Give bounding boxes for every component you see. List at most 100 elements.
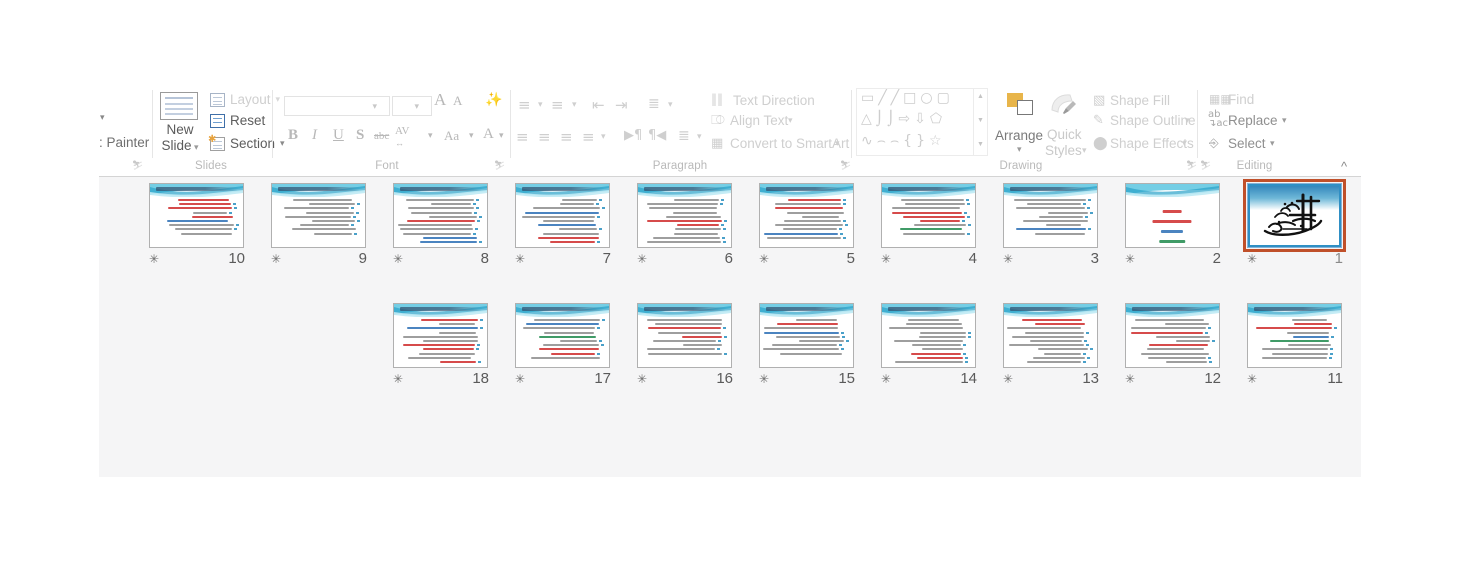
animation-star-icon[interactable]: ✳ — [759, 371, 769, 387]
reset-button[interactable]: Reset — [210, 113, 265, 128]
text-direction-label[interactable]: Text Direction — [733, 93, 815, 108]
shape-outline-caret-icon[interactable]: ▾ — [1185, 115, 1190, 126]
slide-preview[interactable] — [1246, 303, 1342, 368]
justify-icon[interactable]: ≡ — [582, 128, 595, 146]
align-center-icon[interactable]: ≡ — [538, 128, 551, 146]
slide-preview[interactable] — [880, 183, 976, 248]
strikethrough-button[interactable]: abc — [374, 130, 389, 142]
animation-star-icon[interactable]: ✳ — [1247, 251, 1257, 267]
shape-scribble-icon[interactable]: ∿ — [861, 133, 873, 149]
font-dialog-launcher[interactable]: ⛷ — [494, 160, 505, 173]
slide-thumbnail[interactable] — [636, 303, 732, 368]
underline-button[interactable]: U — [333, 127, 344, 144]
animation-star-icon[interactable]: ✳ — [149, 251, 159, 267]
slide-preview[interactable] — [758, 303, 854, 368]
layout-button[interactable]: Layout ▾ — [210, 92, 280, 107]
format-painter-button[interactable]: : Painter — [99, 135, 149, 150]
quick-styles-icon[interactable] — [1050, 92, 1078, 116]
right-to-left-icon[interactable]: ¶◀ — [648, 128, 666, 143]
new-slide-icon[interactable] — [160, 92, 198, 120]
shape-fill-icon[interactable]: ▧ — [1093, 93, 1105, 108]
animation-star-icon[interactable]: ✳ — [881, 251, 891, 267]
slide-thumbnail[interactable] — [148, 183, 244, 248]
slide-thumbnail-cell[interactable]: ✳ 9 — [257, 183, 379, 267]
paragraph-dialog-launcher[interactable]: ⛷ — [840, 160, 851, 173]
text-direction-icon[interactable]: ‖‖ — [711, 92, 723, 106]
shapes-row[interactable]: ∿ ⌢ ⌢ { } ☆ — [861, 130, 971, 152]
chevron-up-icon[interactable]: ^ — [1341, 159, 1347, 174]
slide-thumbnail-cell[interactable]: ✳ 6 — [623, 183, 745, 267]
find-label[interactable]: Find — [1228, 92, 1254, 107]
convert-smartart-icon[interactable]: ▦ — [711, 136, 723, 151]
slide-preview[interactable] — [514, 303, 610, 368]
font-color-caret-icon[interactable]: ▾ — [499, 130, 504, 141]
grow-font-button[interactable]: A — [434, 90, 446, 110]
animation-star-icon[interactable]: ✳ — [1003, 251, 1013, 267]
line-spacing-icon[interactable]: ≣ — [648, 96, 660, 112]
quick-styles-label-line1[interactable]: Quick — [1047, 127, 1082, 142]
replace-label[interactable]: Replace — [1228, 113, 1278, 128]
slide-preview[interactable] — [1002, 303, 1098, 368]
shape-triangle-icon[interactable]: △ — [861, 111, 872, 127]
slide-preview[interactable] — [636, 303, 732, 368]
shape-fill-label[interactable]: Shape Fill — [1110, 93, 1170, 108]
slide-thumbnail-cell[interactable]: ✳ 5 — [745, 183, 867, 267]
slide-thumbnail[interactable] — [636, 183, 732, 248]
animation-star-icon[interactable]: ✳ — [1125, 371, 1135, 387]
font-name-input[interactable]: ▾ — [284, 96, 390, 116]
shape-outline-icon[interactable]: ✎ — [1093, 113, 1104, 128]
slide-thumbnail[interactable] — [880, 183, 976, 248]
change-case-caret-icon[interactable]: ▾ — [469, 130, 474, 141]
shape-right-arrow-icon[interactable]: ⇨ — [898, 111, 910, 127]
shape-elbow2-icon[interactable]: ⌡ — [887, 111, 894, 127]
shapes-more-icon[interactable]: ▼ — [977, 141, 984, 148]
shape-right-brace-icon[interactable]: } — [916, 133, 925, 149]
animation-star-icon[interactable]: ✳ — [271, 251, 281, 267]
shape-connector-icon[interactable]: ╱ — [891, 90, 899, 106]
shape-line-icon[interactable]: ╱ — [878, 90, 886, 106]
animation-star-icon[interactable]: ✳ — [637, 371, 647, 387]
slide-thumbnail[interactable] — [514, 303, 610, 368]
slide-preview[interactable] — [392, 303, 488, 368]
text-shadow-button[interactable]: S — [356, 127, 364, 144]
shapes-row[interactable]: ▭ ╱ ╱ □ ○ ▢ — [861, 87, 971, 109]
shape-effects-icon[interactable]: ⬤ — [1093, 136, 1108, 151]
select-label[interactable]: Select — [1228, 136, 1266, 151]
numbering-caret-icon[interactable]: ▾ — [572, 100, 577, 110]
slide-preview[interactable] — [1246, 183, 1342, 248]
slide-thumbnail[interactable] — [1002, 183, 1098, 248]
editing-dialog-launcher[interactable]: ⛷ — [1200, 160, 1211, 173]
slide-thumbnail[interactable] — [1124, 183, 1220, 248]
shapes-scroll-down-icon[interactable]: ▼ — [977, 117, 984, 124]
bullets-icon[interactable]: ≡ — [518, 96, 531, 114]
slide-thumbnail-cell[interactable]: ✳ 10 — [135, 183, 257, 267]
quick-styles-caret-icon[interactable]: ▾ — [1082, 145, 1087, 156]
slide-thumbnail-cell[interactable]: ✳ 12 — [1111, 303, 1233, 387]
arrange-icon[interactable] — [1007, 93, 1033, 115]
bold-button[interactable]: B — [288, 127, 298, 144]
shape-oval-icon[interactable]: ○ — [920, 90, 932, 106]
character-spacing-caret-icon[interactable]: ▾ — [428, 130, 433, 141]
shapes-scrollbar[interactable]: ▲ ▼ ▼ — [973, 89, 987, 155]
drawing-dialog-launcher[interactable]: ⛷ — [1186, 160, 1197, 173]
quick-styles-label-line2[interactable]: Styles — [1045, 143, 1082, 158]
new-slide-button[interactable]: New Slide ▾ — [152, 122, 208, 155]
slide-thumbnail-cell[interactable]: ✳ 14 — [867, 303, 989, 387]
slide-thumbnail[interactable] — [880, 303, 976, 368]
align-left-icon[interactable]: ≡ — [516, 128, 529, 146]
align-text-icon[interactable]: ⎄ — [711, 113, 725, 128]
columns-caret-icon[interactable]: ▾ — [697, 132, 702, 142]
shape-rectangle-icon[interactable]: ▭ — [861, 90, 874, 106]
slide-thumbnail-cell[interactable]: ✳ 17 — [501, 303, 623, 387]
columns-icon[interactable]: ≣ — [678, 128, 690, 144]
shapes-gallery[interactable]: ▭ ╱ ╱ □ ○ ▢ △ ⌡ ⌡ ⇨ ⇩ ⬠ ∿ ⌢ ⌢ {} ☆ ▲ ▼ … — [856, 88, 988, 156]
slide-thumbnail-cell[interactable]: ✳ 1 — [1233, 179, 1355, 267]
slide-thumbnail[interactable] — [514, 183, 610, 248]
animation-star-icon[interactable]: ✳ — [515, 371, 525, 387]
slide-thumbnail[interactable] — [1124, 303, 1220, 368]
animation-star-icon[interactable]: ✳ — [393, 371, 403, 387]
shape-down-arrow-icon[interactable]: ⇩ — [914, 111, 926, 127]
shape-left-brace-icon[interactable]: { — [903, 133, 912, 149]
shape-star-icon[interactable]: ☆ — [929, 133, 942, 149]
slide-thumbnail[interactable] — [392, 183, 488, 248]
